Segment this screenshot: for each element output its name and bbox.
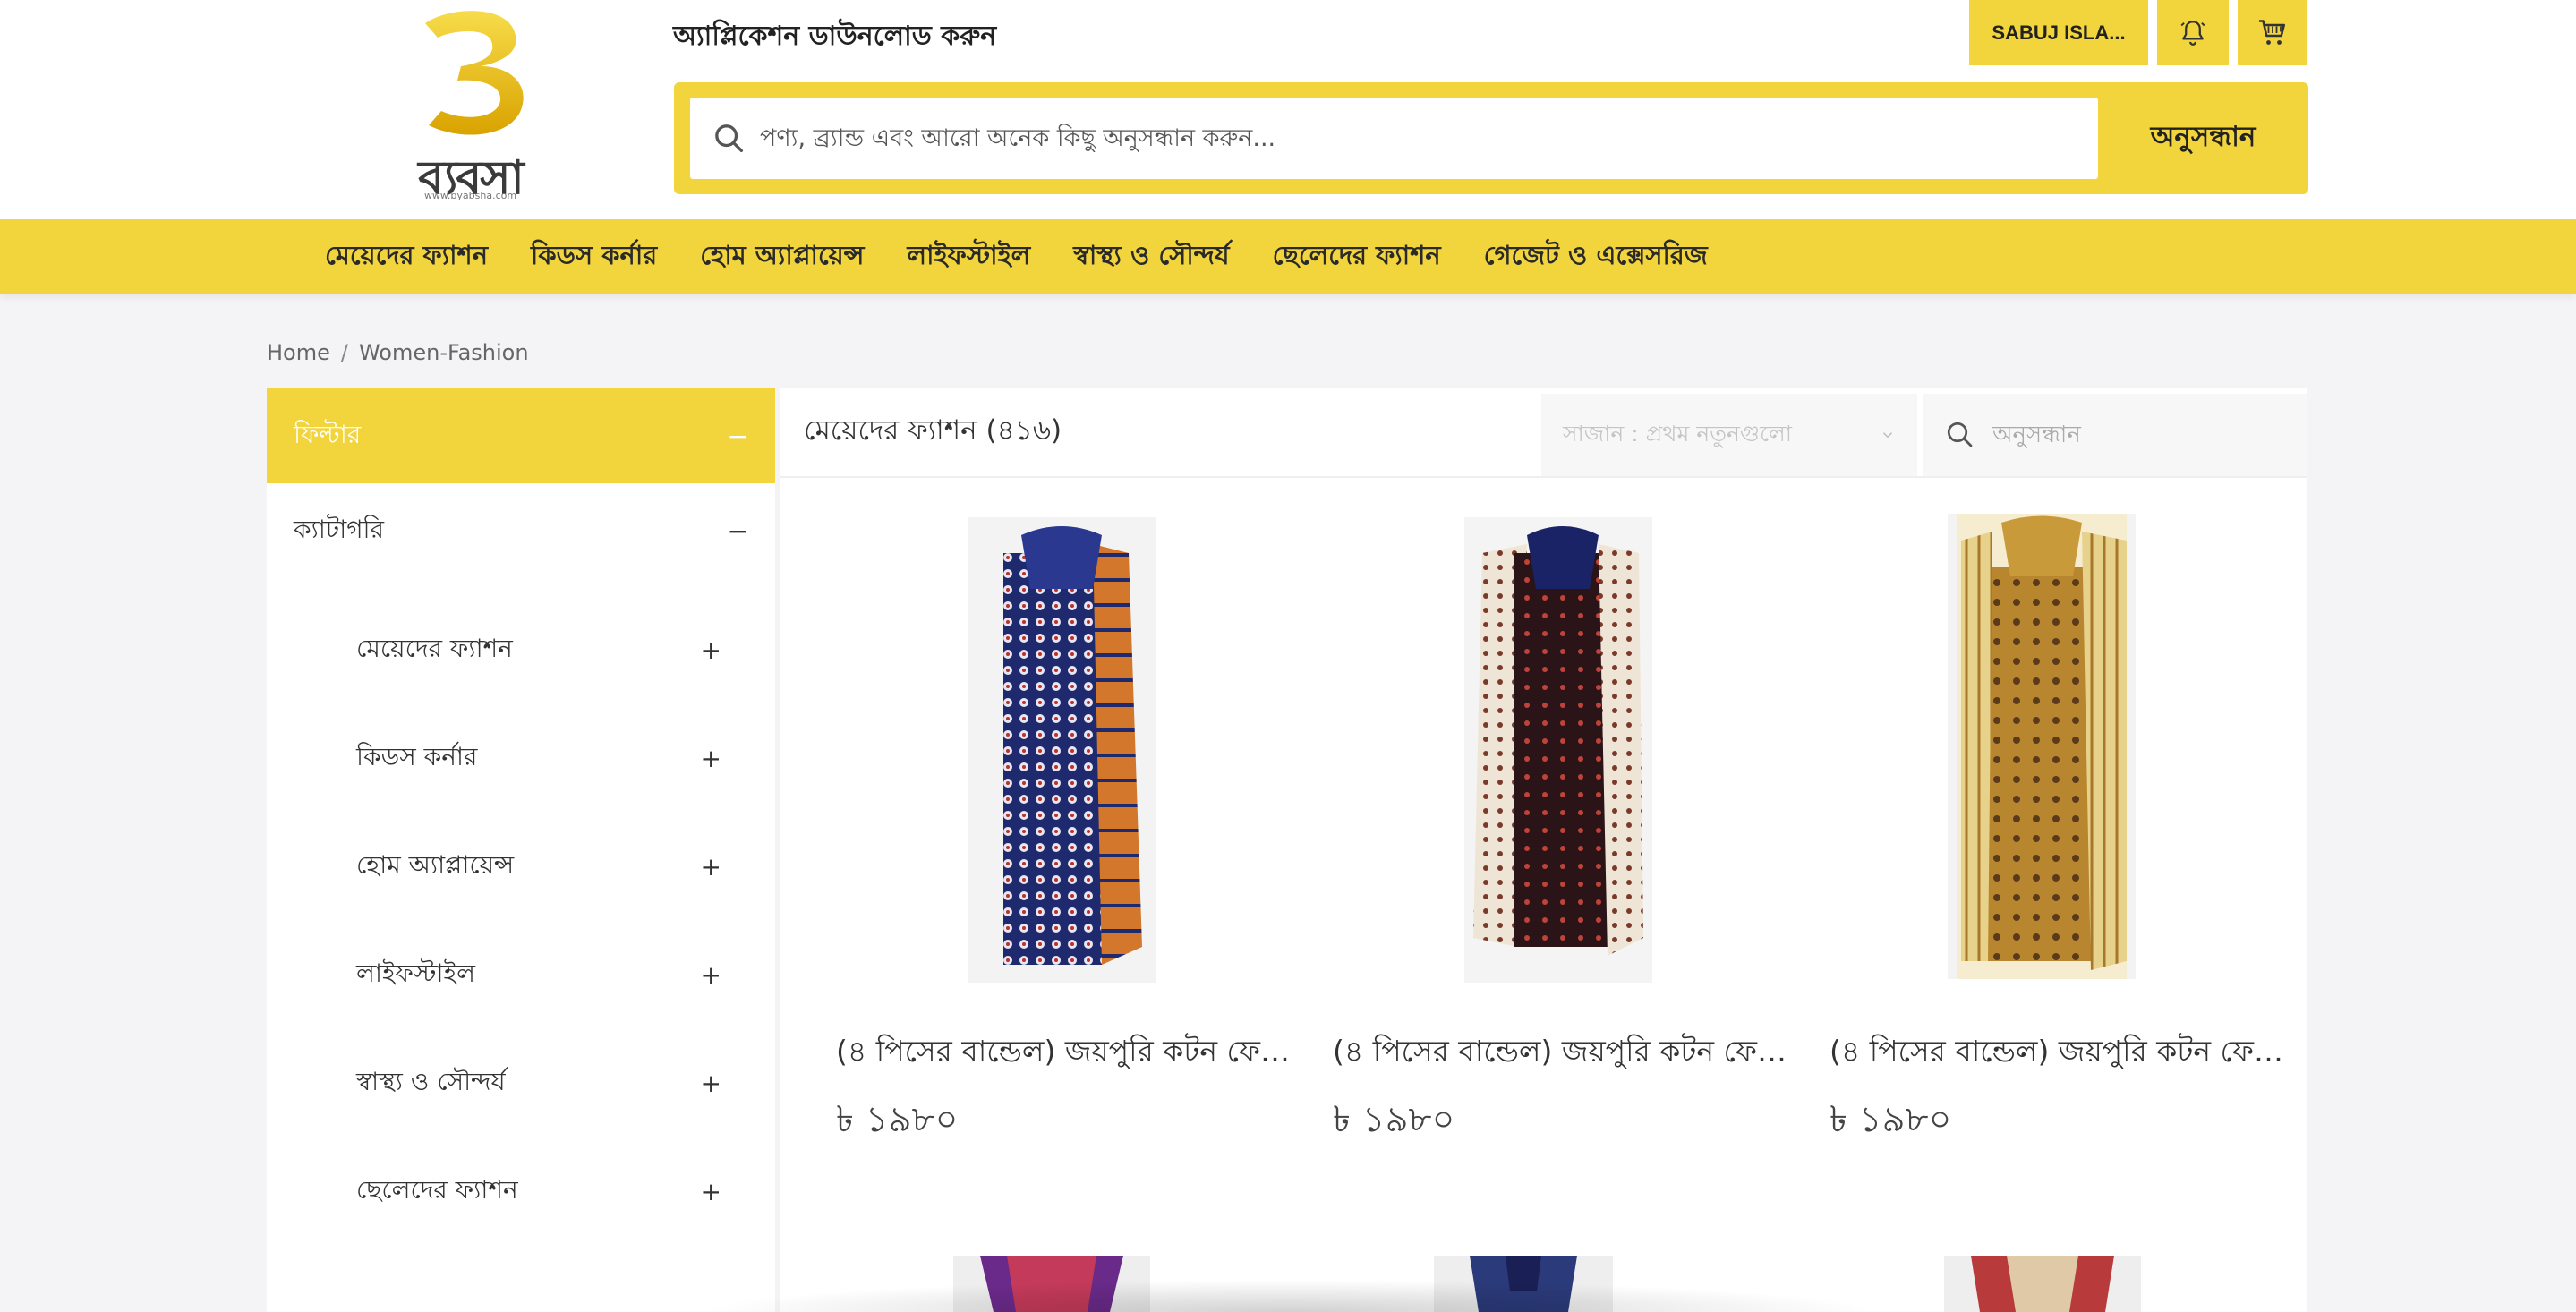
product-price: ৳ ১৯৮০ — [1333, 1099, 1455, 1140]
expand-icon[interactable]: + — [701, 960, 721, 990]
notification-button[interactable] — [2157, 0, 2229, 65]
product-name[interactable]: (৪ পিসের বান্ডেল) জয়পুরি কটন ফেব্রিক থ্… — [1830, 1028, 2295, 1078]
site-header: ব্যবসা www.byabsha.com অ্যাপ্লিকেশন ডাউন… — [0, 0, 2576, 219]
logo-wordmark: ব্যবসা — [418, 151, 524, 205]
category-title: ক্যাটাগরি — [294, 514, 384, 544]
chevron-down-icon — [1882, 432, 1893, 439]
nav-item-men-fashion[interactable]: ছেলেদের ফ্যাশন — [1273, 235, 1441, 279]
expand-icon[interactable]: + — [701, 1069, 721, 1098]
product-image[interactable] — [1464, 517, 1652, 983]
search-icon — [715, 124, 743, 152]
category-nav: মেয়েদের ফ্যাশন কিডস কর্নার হোম অ্যাপ্লা… — [0, 219, 2576, 294]
filter-sidebar: ফিল্টার − ক্যাটাগরি − মেয়েদের ফ্যাশন + … — [267, 388, 775, 1312]
app-download-link[interactable]: অ্যাপ্লিকেশন ডাউনলোড করুন — [673, 14, 996, 60]
product-price: ৳ ১৯৮০ — [1830, 1099, 1952, 1140]
listing-toolbar: মেয়েদের ফ্যাশন (৪১৬) সাজান : প্রথম নতুন… — [780, 388, 2307, 478]
breadcrumb: Home / Women-Fashion — [267, 340, 529, 365]
collapse-icon[interactable]: − — [728, 422, 748, 451]
filter-title: ফিল্টার — [294, 419, 362, 449]
search-field-wrapper[interactable] — [690, 98, 2098, 179]
product-name[interactable]: (৪ পিসের বান্ডেল) জয়পুরি কটন ফেব্রিক থ্… — [1333, 1028, 1798, 1078]
expand-icon[interactable]: + — [701, 852, 721, 882]
listing-search-input[interactable] — [1992, 422, 2261, 448]
category-label: ছেলেদের ফ্যাশন — [356, 1175, 518, 1205]
expand-icon[interactable]: + — [701, 744, 721, 773]
category-label: মেয়েদের ফ্যাশন — [356, 634, 513, 663]
sort-select[interactable]: সাজান : প্রথম নতুনগুলো — [1541, 394, 1917, 476]
category-item[interactable]: ছেলেদের ফ্যাশন + — [267, 1137, 775, 1246]
category-label: লাইফস্টাইল — [356, 958, 475, 988]
nav-item-home-appliance[interactable]: হোম অ্যাপ্লায়েন্স — [700, 235, 864, 279]
search-icon — [1947, 422, 1973, 447]
category-label: স্বাস্থ্য ও সৌন্দর্য — [356, 1067, 506, 1096]
breadcrumb-separator: / — [340, 340, 348, 365]
nav-item-women-fashion[interactable]: মেয়েদের ফ্যাশন — [325, 235, 488, 279]
listing-search[interactable] — [1923, 394, 2307, 476]
nav-item-gadget-accessories[interactable]: গেজেট ও এক্সেসরিজ — [1484, 235, 1708, 279]
product-image[interactable] — [968, 517, 1156, 983]
category-item[interactable]: লাইফস্টাইল + — [267, 921, 775, 1029]
category-item[interactable]: স্বাস্থ্য ও সৌন্দর্য + — [267, 1029, 775, 1137]
expand-icon[interactable]: + — [701, 1177, 721, 1206]
search-bar: অনুসন্ধান — [674, 82, 2308, 194]
category-label: হোম অ্যাপ্লায়েন্স — [356, 850, 515, 880]
product-price: ৳ ১৯৮০ — [836, 1099, 959, 1140]
scroll-shadow — [698, 1280, 1880, 1312]
filter-header[interactable]: ফিল্টার − — [267, 388, 775, 483]
search-button[interactable]: অনুসন্ধান — [2098, 82, 2308, 194]
bell-icon — [2180, 20, 2205, 46]
listing-title: মেয়েদের ফ্যাশন (৪১৬) — [804, 414, 1062, 447]
nav-item-lifestyle[interactable]: লাইফস্টাইল — [908, 235, 1031, 279]
brand-logo-icon[interactable] — [398, 7, 540, 141]
cart-button[interactable] — [2238, 0, 2307, 65]
breadcrumb-home[interactable]: Home — [267, 340, 330, 365]
cart-icon — [2259, 19, 2286, 45]
sort-label: সাজান : প্রথম নতুনগুলো — [1563, 420, 1792, 447]
breadcrumb-current: Women-Fashion — [358, 340, 529, 365]
product-listing: মেয়েদের ফ্যাশন (৪১৬) সাজান : প্রথম নতুন… — [780, 388, 2307, 1312]
product-image[interactable] — [1944, 1256, 2141, 1312]
category-header[interactable]: ক্যাটাগরি − — [267, 483, 775, 578]
product-name[interactable]: (৪ পিসের বান্ডেল) জয়পুরি কটন ফেব্রিক থ্… — [836, 1028, 1301, 1078]
category-label: কিডস কর্নার — [356, 742, 478, 771]
collapse-icon[interactable]: − — [728, 516, 748, 546]
nav-item-health-beauty[interactable]: স্বাস্থ্য ও সৌন্দর্য — [1073, 235, 1229, 279]
product-image[interactable] — [1948, 514, 2136, 979]
expand-icon[interactable]: + — [701, 635, 721, 665]
category-item[interactable]: কিডস কর্নার + — [267, 704, 775, 813]
category-list: মেয়েদের ফ্যাশন + কিডস কর্নার + হোম অ্যা… — [267, 578, 775, 1246]
category-item[interactable]: হোম অ্যাপ্লায়েন্স + — [267, 813, 775, 921]
logo-url: www.byabsha.com — [423, 190, 517, 201]
search-input[interactable] — [760, 124, 2058, 152]
nav-item-kids-corner[interactable]: কিডস কর্নার — [531, 235, 657, 279]
category-item[interactable]: মেয়েদের ফ্যাশন + — [267, 596, 775, 704]
user-account-button[interactable]: SABUJ ISLA... — [1969, 0, 2148, 65]
